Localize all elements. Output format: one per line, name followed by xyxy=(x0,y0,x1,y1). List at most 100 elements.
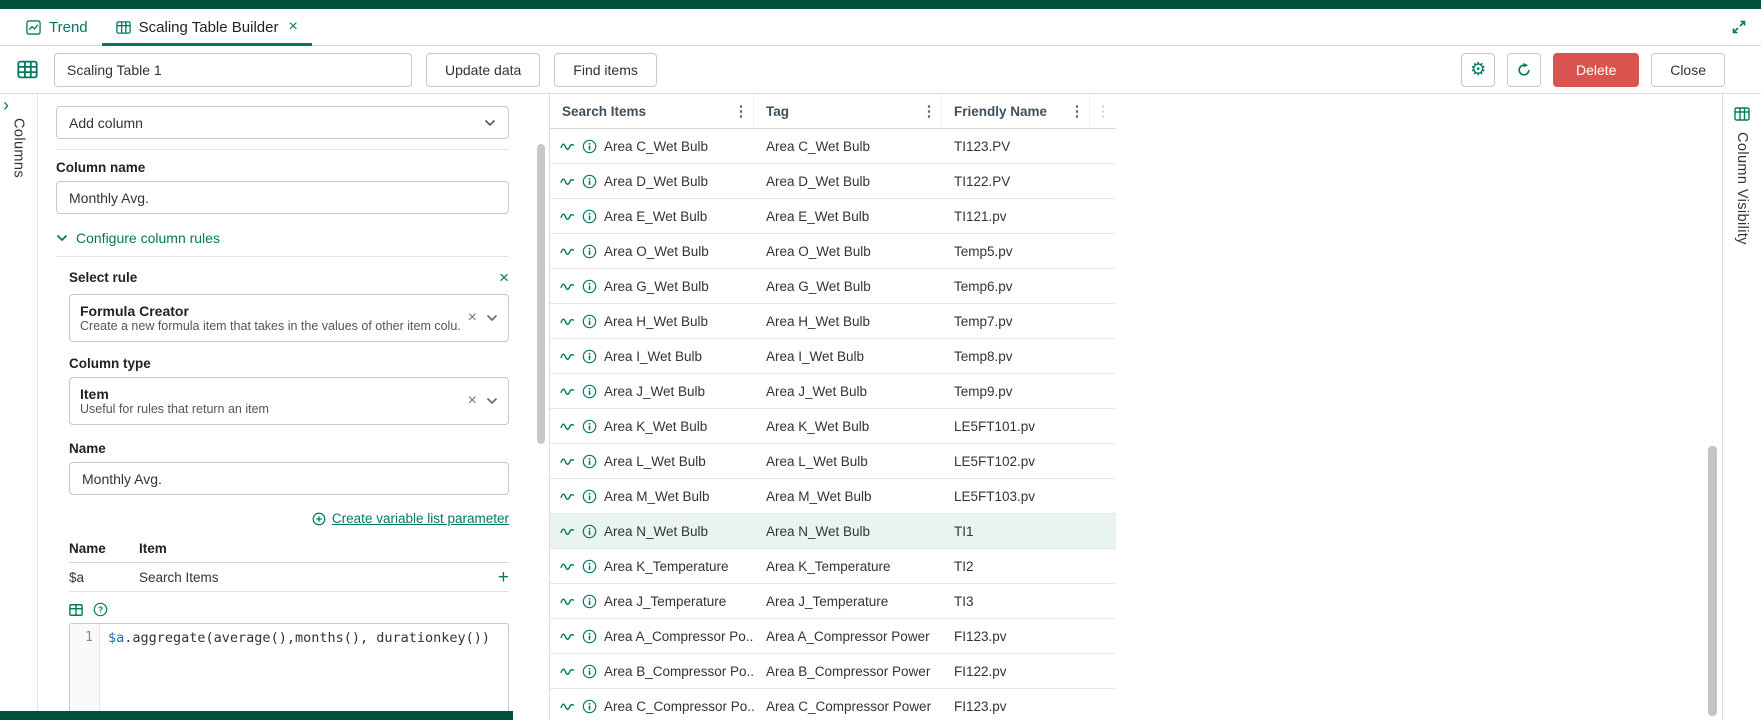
parameter-row[interactable]: $a Search Items + xyxy=(69,563,509,592)
settings-gear-button[interactable]: ⚙ xyxy=(1461,53,1495,87)
table-row[interactable]: Area J_Temperature Area J_Temperature TI… xyxy=(550,584,1116,619)
table-row[interactable]: Area M_Wet Bulb Area M_Wet Bulb LE5FT103… xyxy=(550,479,1116,514)
table-grid-icon-button[interactable] xyxy=(14,57,40,83)
info-icon[interactable] xyxy=(582,349,597,364)
column-menu-icon[interactable]: ⋮ xyxy=(733,102,749,120)
info-icon[interactable] xyxy=(582,174,597,189)
info-icon[interactable] xyxy=(582,244,597,259)
find-items-button[interactable]: Find items xyxy=(554,53,657,87)
table-row[interactable]: Area I_Wet Bulb Area I_Wet Bulb Temp8.pv xyxy=(550,339,1116,374)
chevron-down-icon[interactable] xyxy=(486,397,498,405)
column-menu-icon[interactable]: ⋮ xyxy=(1095,102,1111,120)
search-item-cell[interactable]: Area B_Compressor Po... xyxy=(550,664,754,679)
column-visibility-rail[interactable]: Column Visibility xyxy=(1722,94,1761,720)
table-row[interactable]: Area C_Wet Bulb Area C_Wet Bulb TI123.PV xyxy=(550,129,1116,164)
search-item-cell[interactable]: Area C_Wet Bulb xyxy=(550,139,754,154)
formula-variable: $a xyxy=(108,630,124,646)
table-name-input[interactable] xyxy=(54,53,412,87)
table-row[interactable]: Area J_Wet Bulb Area J_Wet Bulb Temp9.pv xyxy=(550,374,1116,409)
info-icon[interactable] xyxy=(582,209,597,224)
search-item-cell[interactable]: Area H_Wet Bulb xyxy=(550,314,754,329)
search-item-cell[interactable]: Area A_Compressor Po... xyxy=(550,629,754,644)
columns-rail[interactable]: › Columns xyxy=(0,94,38,720)
info-icon[interactable] xyxy=(582,629,597,644)
column-name-input[interactable] xyxy=(56,181,509,214)
search-item-cell[interactable]: Area J_Temperature xyxy=(550,594,754,609)
name-input[interactable] xyxy=(69,462,509,495)
search-item-cell[interactable]: Area E_Wet Bulb xyxy=(550,209,754,224)
column-menu-icon[interactable]: ⋮ xyxy=(1069,102,1085,120)
table-row[interactable]: Area K_Temperature Area K_Temperature TI… xyxy=(550,549,1116,584)
rule-select-text: Formula Creator Create a new formula ite… xyxy=(80,303,460,333)
formula-code-editor[interactable]: 1 $a.aggregate(average(),months(), durat… xyxy=(69,623,509,719)
table-scrollbar[interactable] xyxy=(1708,94,1717,720)
formula-code-line[interactable]: $a.aggregate(average(),months(), duratio… xyxy=(100,624,498,718)
search-item-cell[interactable]: Area K_Temperature xyxy=(550,559,754,574)
header-friendly-name[interactable]: Friendly Name ⋮ xyxy=(942,94,1090,128)
table-scrollbar-thumb[interactable] xyxy=(1708,446,1717,716)
search-item-cell[interactable]: Area K_Wet Bulb xyxy=(550,419,754,434)
table-row[interactable]: Area H_Wet Bulb Area H_Wet Bulb Temp7.pv xyxy=(550,304,1116,339)
table-row[interactable]: Area B_Compressor Po... Area B_Compresso… xyxy=(550,654,1116,689)
column-type-dropdown[interactable]: Item Useful for rules that return an ite… xyxy=(69,377,509,425)
add-column-select[interactable]: Add column xyxy=(56,106,509,139)
info-icon[interactable] xyxy=(582,559,597,574)
search-item-cell[interactable]: Area J_Wet Bulb xyxy=(550,384,754,399)
table-row[interactable]: Area D_Wet Bulb Area D_Wet Bulb TI122.PV xyxy=(550,164,1116,199)
column-menu-icon[interactable]: ⋮ xyxy=(921,102,937,120)
search-item-cell[interactable]: Area C_Compressor Po... xyxy=(550,699,754,714)
search-item-cell[interactable]: Area G_Wet Bulb xyxy=(550,279,754,294)
fullscreen-button[interactable] xyxy=(1717,9,1761,45)
info-icon[interactable] xyxy=(582,489,597,504)
info-icon[interactable] xyxy=(582,384,597,399)
close-rule-icon[interactable]: × xyxy=(499,269,509,286)
create-variable-param-link[interactable]: Create variable list parameter xyxy=(69,511,509,526)
help-icon[interactable]: ? xyxy=(93,602,108,617)
clear-icon[interactable]: × xyxy=(468,310,477,326)
info-icon[interactable] xyxy=(582,699,597,714)
tab-trend[interactable]: Trend xyxy=(12,9,102,45)
panel-scrollbar[interactable] xyxy=(537,140,545,700)
search-item-cell[interactable]: Area N_Wet Bulb xyxy=(550,524,754,539)
search-item-cell[interactable]: Area L_Wet Bulb xyxy=(550,454,754,469)
add-parameter-button[interactable]: + xyxy=(498,568,509,587)
table-row[interactable]: Area O_Wet Bulb Area O_Wet Bulb Temp5.pv xyxy=(550,234,1116,269)
info-icon[interactable] xyxy=(582,524,597,539)
search-item-cell[interactable]: Area I_Wet Bulb xyxy=(550,349,754,364)
table-row[interactable]: Area G_Wet Bulb Area G_Wet Bulb Temp6.pv xyxy=(550,269,1116,304)
header-extra-menu[interactable]: ⋮ xyxy=(1090,94,1116,128)
tab-close-icon[interactable]: × xyxy=(288,19,297,35)
search-item-cell[interactable]: Area D_Wet Bulb xyxy=(550,174,754,189)
table-row[interactable]: Area K_Wet Bulb Area K_Wet Bulb LE5FT101… xyxy=(550,409,1116,444)
panel-scrollbar-thumb[interactable] xyxy=(537,144,545,444)
info-icon[interactable] xyxy=(582,594,597,609)
table-row[interactable]: Area A_Compressor Po... Area A_Compresso… xyxy=(550,619,1116,654)
info-icon[interactable] xyxy=(582,139,597,154)
update-data-button[interactable]: Update data xyxy=(426,53,540,87)
table-row[interactable]: Area L_Wet Bulb Area L_Wet Bulb LE5FT102… xyxy=(550,444,1116,479)
info-icon[interactable] xyxy=(582,419,597,434)
clear-icon[interactable]: × xyxy=(468,393,477,409)
info-icon[interactable] xyxy=(582,664,597,679)
configure-column-rules-toggle[interactable]: Configure column rules xyxy=(56,230,509,246)
search-item-cell[interactable]: Area O_Wet Bulb xyxy=(550,244,754,259)
table-row[interactable]: Area C_Compressor Po... Area C_Compresso… xyxy=(550,689,1116,720)
refresh-button[interactable] xyxy=(1507,53,1541,87)
delete-button[interactable]: Delete xyxy=(1553,53,1639,87)
table-row[interactable]: Area N_Wet Bulb Area N_Wet Bulb TI1 xyxy=(550,514,1116,549)
create-param-label[interactable]: Create variable list parameter xyxy=(332,511,509,526)
info-icon[interactable] xyxy=(582,279,597,294)
chevron-down-icon[interactable] xyxy=(486,314,498,322)
rule-select-dropdown[interactable]: Formula Creator Create a new formula ite… xyxy=(69,294,509,342)
tab-scaling-table-builder[interactable]: Scaling Table Builder × xyxy=(102,9,312,45)
close-button[interactable]: Close xyxy=(1651,53,1725,87)
search-item-cell[interactable]: Area M_Wet Bulb xyxy=(550,489,754,504)
column-visibility-icon[interactable] xyxy=(1734,106,1750,122)
collapse-chevron-icon[interactable]: › xyxy=(3,96,9,114)
header-search-items[interactable]: Search Items ⋮ xyxy=(550,94,754,128)
header-tag[interactable]: Tag ⋮ xyxy=(754,94,942,128)
info-icon[interactable] xyxy=(582,314,597,329)
insert-table-icon[interactable] xyxy=(69,603,83,617)
table-row[interactable]: Area E_Wet Bulb Area E_Wet Bulb TI121.pv xyxy=(550,199,1116,234)
info-icon[interactable] xyxy=(582,454,597,469)
